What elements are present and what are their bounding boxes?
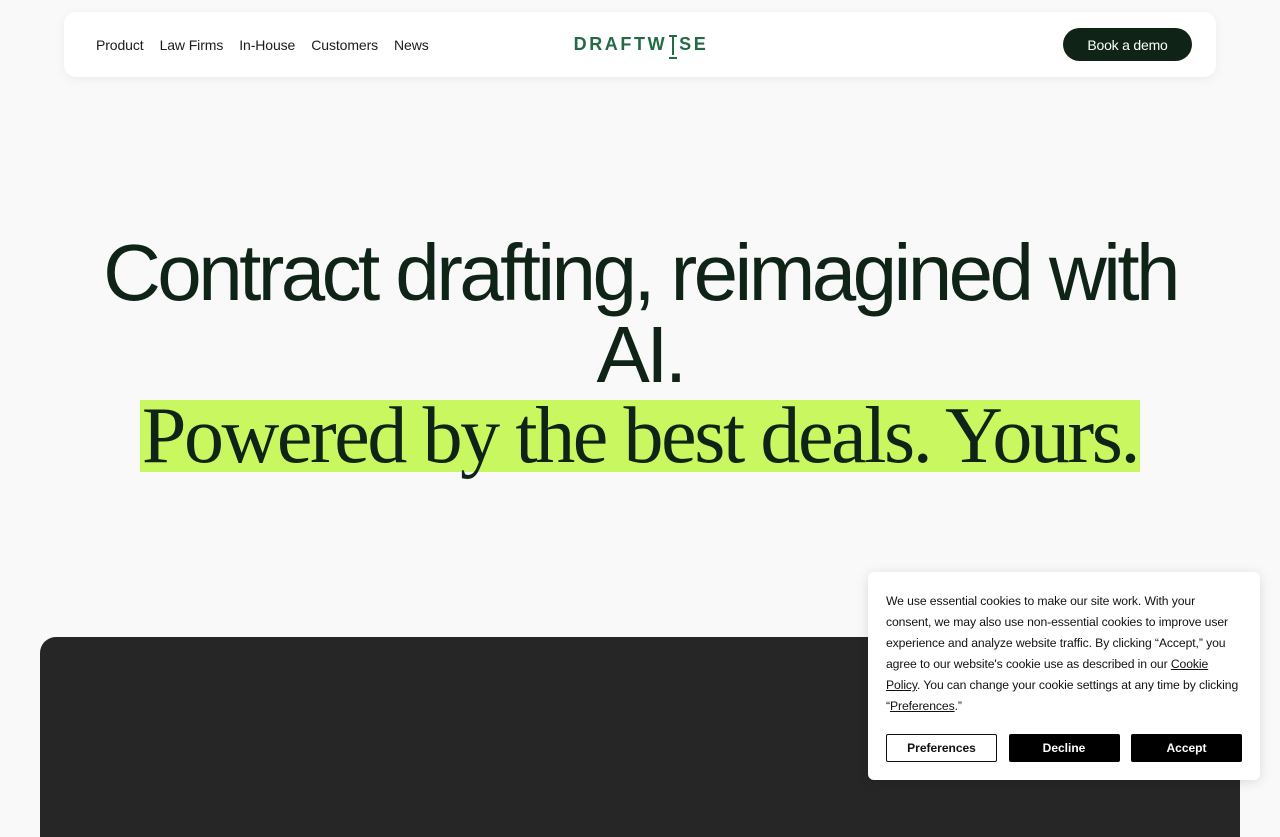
preferences-link[interactable]: Preferences [890,699,955,713]
decline-button[interactable]: Decline [1008,734,1120,762]
hero-subheadline-highlighted: Powered by the best deals. Yours. [139,392,1141,480]
hero-subheadline-wrap: Powered by the best deals. Yours. [0,392,1280,480]
cookie-text-part3: .” [954,699,962,713]
logo-text-right: SE [679,34,709,54]
hero-headline: Contract drafting, reimagined with AI. [103,228,1180,399]
nav-link-law-firms[interactable]: Law Firms [160,37,224,53]
nav-link-news[interactable]: News [394,37,429,53]
top-navbar: Product Law Firms In-House Customers New… [64,12,1216,77]
book-a-demo-button[interactable]: Book a demo [1063,28,1192,61]
nav-link-in-house[interactable]: In-House [239,37,295,53]
cookie-consent-banner: We use essential cookies to make our sit… [868,572,1260,780]
nav-link-product[interactable]: Product [96,37,144,53]
cookie-consent-text: We use essential cookies to make our sit… [886,591,1242,717]
draftwise-logo[interactable]: DRAFTW SE [571,12,711,77]
cookie-buttons: Preferences Decline Accept [886,734,1242,762]
nav-link-customers[interactable]: Customers [311,37,378,53]
nav-links: Product Law Firms In-House Customers New… [96,12,429,77]
preferences-button[interactable]: Preferences [886,734,997,762]
accept-button[interactable]: Accept [1131,734,1242,762]
hero-section: Contract drafting, reimagined with AI. P… [0,228,1280,480]
logo-text-left: DRAFTW [573,34,668,54]
text-cursor-icon [669,33,678,59]
